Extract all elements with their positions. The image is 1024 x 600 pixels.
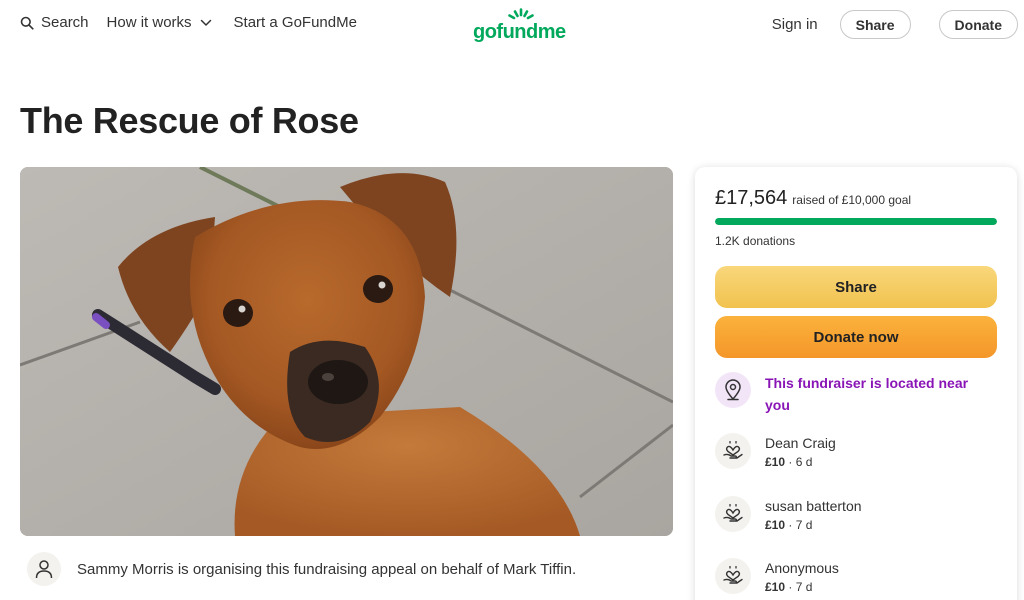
donor-name: Anonymous (765, 559, 839, 576)
header-share-button[interactable]: Share (839, 10, 911, 39)
donor-avatar (715, 496, 751, 532)
progress-fill (715, 218, 997, 225)
search-icon (20, 16, 34, 30)
location-icon-wrap (715, 372, 751, 408)
donor-item: susan batterton £10 · 7 d (715, 496, 862, 532)
start-gofundme-link[interactable]: Start a GoFundMe (234, 14, 357, 31)
chevron-down-icon (200, 19, 211, 26)
donor-avatar (715, 558, 751, 594)
donor-details: Dean Craig £10 · 6 d (765, 434, 836, 469)
heart-hand-icon (723, 441, 743, 459)
donor-amount: £10 (765, 579, 786, 594)
donor-amount: £10 (765, 454, 786, 469)
donor-item: Anonymous £10 · 7 d (715, 558, 839, 594)
share-button[interactable]: Share (715, 266, 997, 308)
logo-text: gofundme (473, 21, 566, 43)
search-label: Search (41, 14, 89, 31)
gofundme-logo[interactable]: gofundme (471, 8, 569, 43)
heart-hand-icon (723, 504, 743, 522)
donor-amount: £10 (765, 517, 786, 532)
campaign-hero-image (20, 167, 673, 536)
nav-left: Search How it works Start a GoFundMe (20, 14, 357, 31)
site-header: Search How it works Start a GoFundMe gof… (0, 0, 1024, 48)
organiser-info: Sammy Morris is organising this fundrais… (27, 552, 576, 586)
donor-details: Anonymous £10 · 7 d (765, 559, 839, 594)
raised-amount: £17,564 (715, 187, 788, 209)
raised-goal: raised of £10,000 goal (792, 193, 912, 207)
how-it-works-menu[interactable]: How it works (107, 14, 212, 31)
location-pin-icon (725, 379, 741, 401)
nav-right: Sign in Share Donate (772, 10, 1018, 39)
page-title: The Rescue of Rose (20, 100, 359, 141)
donor-meta: £10 · 7 d (765, 518, 862, 532)
donor-avatar (715, 433, 751, 469)
donation-panel: £17,564 raised of £10,000 goal 1.2K dona… (695, 167, 1017, 600)
location-notice: This fundraiser is located near you (715, 372, 985, 416)
donor-item: Dean Craig £10 · 6 d (715, 433, 836, 469)
header-donate-button[interactable]: Donate (938, 10, 1018, 39)
user-icon (35, 560, 53, 579)
location-text: This fundraiser is located near you (765, 375, 969, 413)
heart-hand-icon (723, 566, 743, 584)
search-button[interactable]: Search (20, 14, 89, 31)
donor-details: susan batterton £10 · 7 d (765, 497, 862, 532)
logo-sunburst-icon (508, 8, 534, 20)
donor-name: Dean Craig (765, 434, 836, 451)
donor-meta: £10 · 7 d (765, 580, 839, 594)
sign-in-link[interactable]: Sign in (772, 16, 818, 33)
donor-time: · 7 d (788, 517, 813, 532)
donor-time: · 6 d (788, 454, 813, 469)
dog-photo (20, 167, 673, 536)
organiser-text: Sammy Morris is organising this fundrais… (77, 560, 577, 578)
donate-now-button[interactable]: Donate now (715, 316, 997, 358)
donor-time: · 7 d (788, 579, 813, 594)
donor-meta: £10 · 6 d (765, 455, 836, 469)
how-it-works-label: How it works (106, 14, 192, 31)
donor-name: susan batterton (765, 497, 862, 514)
raised-summary: £17,564 raised of £10,000 goal (715, 187, 911, 210)
start-gofundme-label: Start a GoFundMe (233, 14, 357, 31)
donations-count: 1.2K donations (715, 234, 796, 248)
progress-bar (715, 218, 997, 225)
avatar (27, 552, 61, 586)
